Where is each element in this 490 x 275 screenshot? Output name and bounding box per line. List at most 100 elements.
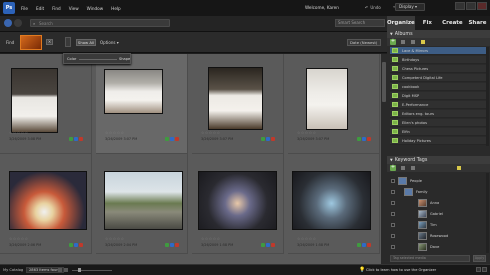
- tab-create[interactable]: Create: [440, 16, 465, 30]
- scrollbar-thumb[interactable]: [382, 62, 386, 102]
- tab-fix[interactable]: Fix: [415, 16, 440, 30]
- album-item[interactable]: E-Performance: [390, 101, 486, 109]
- albums-header[interactable]: ▼ Albums: [387, 30, 490, 38]
- albums-title: Albums: [394, 32, 413, 37]
- photo-thumbnail[interactable]: [306, 68, 348, 130]
- keyword-item[interactable]: Anna: [390, 198, 486, 209]
- album-item[interactable]: Birthdays: [390, 56, 486, 64]
- keyword-checkbox[interactable]: [391, 223, 395, 227]
- add-album-button[interactable]: +: [390, 39, 396, 45]
- photo-cell[interactable]: ☆☆☆☆☆ 3/26/2009 1:58 PM: [192, 154, 284, 254]
- tab-share[interactable]: Share: [465, 16, 490, 30]
- fullscreen-icon[interactable]: [482, 267, 487, 272]
- photo-thumbnail[interactable]: [208, 67, 263, 130]
- apply-button[interactable]: Apply: [473, 255, 486, 262]
- rating-stars[interactable]: ☆☆☆☆☆: [105, 236, 125, 241]
- find-criteria-dropdown[interactable]: [65, 37, 71, 47]
- forward-button[interactable]: [14, 19, 22, 27]
- photo-thumbnail[interactable]: [104, 69, 163, 114]
- rotate-icon[interactable]: [64, 268, 68, 272]
- photo-cell[interactable]: ☆☆☆☆☆ 3/26/2009 2:04 PM: [96, 154, 188, 254]
- keyword-item[interactable]: Dave: [390, 242, 486, 253]
- album-item[interactable]: Chess Pictures: [390, 65, 486, 73]
- rating-stars[interactable]: ☆☆☆☆☆: [201, 130, 221, 135]
- album-item[interactable]: Holiday Pictures: [390, 137, 486, 145]
- albums-scrollbar[interactable]: [486, 47, 489, 146]
- album-item[interactable]: Elfin: [390, 128, 486, 136]
- maximize-button[interactable]: [466, 2, 476, 10]
- close-button[interactable]: [477, 2, 487, 10]
- photo-cell[interactable]: ☆☆☆☆☆ 3/26/2009 1:58 PM: [288, 154, 380, 254]
- sort-dropdown[interactable]: Date (Newest): [347, 39, 381, 46]
- menu-view[interactable]: View: [69, 6, 79, 11]
- keyword-checkbox[interactable]: [391, 201, 395, 205]
- album-item[interactable]: Editors eng. tours: [390, 110, 486, 118]
- tag-option-icon[interactable]: [457, 166, 461, 170]
- smart-search-field[interactable]: Smart Search: [335, 19, 385, 27]
- photo-thumbnail[interactable]: [104, 171, 183, 230]
- album-item[interactable]: cookbook: [390, 83, 486, 91]
- zoom-slider-knob[interactable]: [78, 268, 81, 272]
- back-button[interactable]: [4, 19, 12, 27]
- menu-help[interactable]: Help: [111, 6, 121, 11]
- photo-cell[interactable]: ☆☆☆☆☆ 3/26/2009 2:06 PM: [0, 154, 92, 254]
- rating-stars[interactable]: ☆☆☆☆☆: [201, 236, 221, 241]
- keyword-item[interactable]: Gabriel: [390, 209, 486, 220]
- keyword-checkbox[interactable]: [391, 190, 395, 194]
- undo-button[interactable]: ↶ Undo: [365, 5, 381, 10]
- photo-cell[interactable]: ☆☆☆☆☆ 3/26/2009 3:07 PM: [96, 54, 188, 154]
- view-icon[interactable]: [58, 268, 62, 272]
- keyword-checkbox[interactable]: [391, 245, 395, 249]
- rating-stars[interactable]: ☆☆☆☆☆: [9, 236, 29, 241]
- clear-find-button[interactable]: ×: [46, 39, 53, 45]
- options-slider[interactable]: [79, 59, 117, 60]
- status-bar: My Catalog 2863 Items found 💡 Click to l…: [0, 264, 490, 275]
- delete-album-icon[interactable]: [411, 40, 415, 44]
- photo-thumbnail[interactable]: [198, 171, 277, 230]
- photo-thumbnail[interactable]: [11, 68, 58, 133]
- rating-stars[interactable]: ☆☆☆☆☆: [105, 130, 125, 135]
- menu-find[interactable]: Find: [52, 6, 61, 11]
- album-item[interactable]: Ellen's photos: [390, 119, 486, 127]
- keyword-item[interactable]: Rosewood: [390, 231, 486, 242]
- menu-file[interactable]: File: [21, 6, 28, 11]
- photo-cell[interactable]: ☆☆☆☆☆ 3/26/2009 3:07 PM: [288, 54, 380, 154]
- add-tag-button[interactable]: +: [390, 165, 396, 171]
- album-item[interactable]: Digit MSP: [390, 92, 486, 100]
- keyword-checkbox[interactable]: [391, 179, 395, 183]
- minimize-button[interactable]: [455, 2, 465, 10]
- photo-thumbnail[interactable]: [292, 171, 371, 230]
- photo-cell[interactable]: ☆☆☆☆☆ 3/26/2009 3:07 PM: [192, 54, 284, 154]
- catalog-name[interactable]: My Catalog: [3, 268, 23, 272]
- search-input[interactable]: ⌕ Search: [30, 19, 170, 27]
- photo-cell[interactable]: ☆☆☆☆☆ 3/26/2009 3:08 PM: [0, 54, 92, 154]
- rating-stars[interactable]: ☆☆☆☆☆: [297, 130, 317, 135]
- photo-thumbnail[interactable]: [9, 171, 87, 230]
- show-all-button[interactable]: Show All: [76, 39, 96, 46]
- keyword-item[interactable]: People: [390, 176, 486, 187]
- keyword-item[interactable]: Family: [390, 187, 486, 198]
- learn-link[interactable]: Click to learn how to use the Organizer: [366, 268, 436, 272]
- delete-tag-icon[interactable]: [411, 166, 415, 170]
- keywords-scrollbar[interactable]: [486, 173, 489, 253]
- album-item[interactable]: Competent Digital Life: [390, 74, 486, 82]
- display-dropdown[interactable]: Display ▾: [395, 3, 425, 11]
- tab-organize[interactable]: Organize: [387, 16, 415, 30]
- album-item[interactable]: Lace & Mirrors: [390, 47, 486, 55]
- keywords-header[interactable]: ▼ Keyword Tags: [387, 156, 490, 164]
- keyword-checkbox[interactable]: [391, 212, 395, 216]
- edit-album-icon[interactable]: [401, 40, 405, 44]
- rating-stars[interactable]: ☆☆☆☆☆: [9, 130, 29, 135]
- keyword-item[interactable]: Tim: [390, 220, 486, 231]
- album-option-icon[interactable]: [421, 40, 425, 44]
- panel-toggle-icon[interactable]: [476, 267, 481, 272]
- rating-stars[interactable]: ☆☆☆☆☆: [297, 236, 317, 241]
- edit-tag-icon[interactable]: [401, 166, 405, 170]
- options-menu[interactable]: Options ▾: [100, 40, 119, 45]
- menu-edit[interactable]: Edit: [36, 6, 44, 11]
- keyword-checkbox[interactable]: [391, 234, 395, 238]
- find-photo-thumbnail[interactable]: [20, 35, 42, 50]
- search-placeholder: Search: [39, 21, 53, 26]
- menu-window[interactable]: Window: [87, 6, 104, 11]
- tag-search-field[interactable]: Tag selected media: [390, 255, 470, 262]
